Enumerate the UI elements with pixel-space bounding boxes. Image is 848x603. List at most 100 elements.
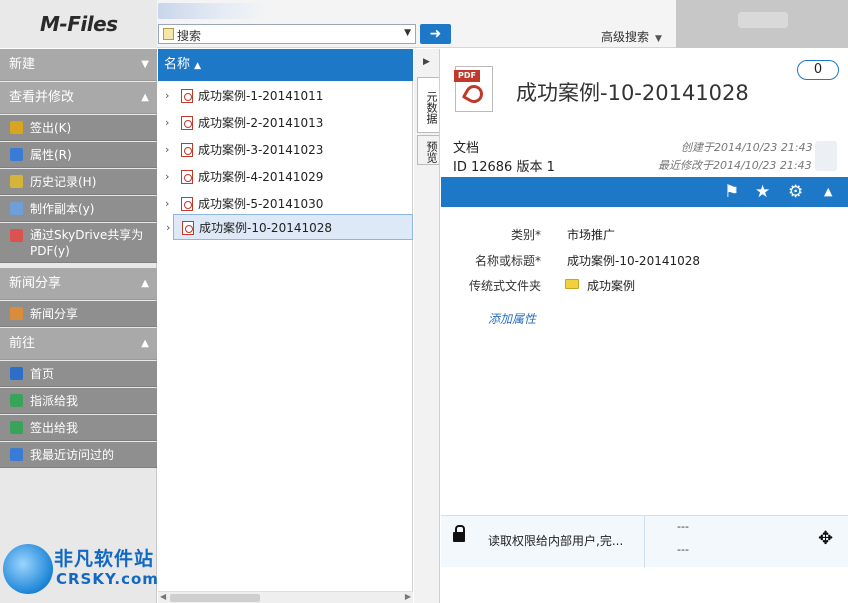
sidebar-item-news-share[interactable]: 新闻分享 [0, 301, 157, 327]
refresh-icon[interactable]: ✥ [818, 528, 833, 549]
collapse-arrow-icon[interactable]: ▶ [423, 57, 430, 67]
arrow-right-icon: ➜ [429, 26, 442, 42]
section-view-modify[interactable]: 查看并修改 ▲ [0, 82, 157, 114]
horizontal-scrollbar[interactable]: ◀ ▶ [158, 591, 413, 603]
tab-label: 预览 [425, 141, 438, 163]
watermark-logo: 非凡软件站 CRSKY.com [0, 540, 160, 603]
checked-out-icon [10, 421, 23, 434]
recent-icon [10, 448, 23, 461]
blurred-header-area [158, 3, 268, 19]
history-icon [10, 175, 23, 188]
sidebar-item-label: 新闻分享 [30, 307, 79, 321]
pdf-document-icon: PDF [454, 66, 493, 112]
logo: M-Files [0, 0, 157, 48]
sidebar-item-share-pdf[interactable]: 通过SkyDrive共享为PDF(y) [0, 223, 157, 263]
metadata-toolbar: ⚑ ★ ⚙ ▲ [441, 177, 848, 207]
advanced-search-label: 高级搜索 [601, 30, 650, 44]
expand-chevron-icon[interactable]: › [166, 215, 170, 241]
pdf-icon [182, 221, 194, 235]
list-item[interactable]: › 成功案例-3-20141023 [158, 137, 413, 163]
permissions-text[interactable]: 读取权限给内部用户,完... [488, 532, 623, 549]
sidebar-item-label: 我最近访问过的 [30, 448, 115, 462]
search-icon [163, 28, 174, 40]
section-new[interactable]: 新建 ▼ [0, 49, 157, 81]
sidebar-item-label: 通过SkyDrive共享为PDF(y) [30, 228, 144, 258]
property-value-folder[interactable]: 成功案例 [587, 277, 635, 294]
expand-chevron-icon[interactable]: › [165, 110, 169, 136]
property-value-category[interactable]: 市场推广 [567, 226, 615, 243]
chevron-up-icon[interactable]: ▲ [824, 185, 832, 198]
sidebar-item-home[interactable]: 首页 [0, 361, 157, 387]
pdf-icon [181, 89, 193, 103]
share-pdf-icon [10, 229, 23, 242]
document-title: 成功案例-10-20141028 [516, 81, 749, 105]
sidebar-item-properties[interactable]: 属性(R) [0, 142, 157, 168]
sidebar-item-label: 历史记录(H) [30, 175, 97, 189]
section-news-share[interactable]: 新闻分享 ▲ [0, 268, 157, 300]
modified-timestamp: 最近修改于2014/10/23 21:43 [658, 159, 812, 172]
watermark-emblem [3, 544, 53, 594]
list-item[interactable]: › 成功案例-2-20141013 [158, 110, 413, 136]
tab-preview[interactable]: 预览 [417, 135, 439, 165]
advanced-search-button[interactable]: 高级搜索 ▼ [601, 28, 662, 45]
list-item-selected[interactable]: › 成功案例-10-20141028 [166, 214, 413, 240]
list-item-name: 成功案例-2-20141013 [198, 116, 324, 130]
section-label: 查看并修改 [9, 90, 75, 105]
sidebar-item-checked-out[interactable]: 签出给我 [0, 415, 157, 441]
list-item[interactable]: › 成功案例-4-20141029 [158, 164, 413, 190]
sidebar-item-assigned[interactable]: 指派给我 [0, 388, 157, 414]
column-header-name[interactable]: 名称 ▲ [158, 49, 413, 81]
section-goto[interactable]: 前往 ▲ [0, 328, 157, 360]
home-icon [10, 367, 23, 380]
chevron-down-icon: ▼ [141, 59, 149, 70]
list-item[interactable]: › 成功案例-1-20141011 [158, 83, 413, 109]
section-label: 新闻分享 [9, 276, 62, 291]
expand-chevron-icon[interactable]: › [165, 191, 169, 217]
scroll-right-icon[interactable]: ▶ [405, 592, 411, 601]
property-value-name[interactable]: 成功案例-10-20141028 [567, 252, 700, 269]
pdf-icon [181, 197, 193, 211]
scroll-left-icon[interactable]: ◀ [160, 592, 166, 601]
add-property-link[interactable]: 添加属性 [488, 310, 536, 327]
folder-icon [565, 279, 579, 289]
flag-icon[interactable]: ⚑ [724, 182, 739, 202]
footer-value-1: --- [677, 520, 689, 533]
copy-icon [10, 202, 23, 215]
sidebar-item-copy[interactable]: 制作副本(y) [0, 196, 157, 222]
logo-text: M-Files [40, 12, 118, 36]
gear-icon[interactable]: ⚙ [788, 182, 803, 202]
chevron-up-icon: ▲ [141, 338, 149, 349]
acrobat-swirl [461, 81, 487, 107]
scrollbar-thumb[interactable] [170, 594, 260, 602]
metadata-card: PDF 成功案例-10-20141028 0 文档 ID 12686 版本 1 … [441, 49, 848, 603]
star-icon[interactable]: ★ [755, 182, 770, 202]
news-share-icon [10, 307, 23, 320]
search-input[interactable]: 搜索 ▼ [158, 24, 416, 44]
pdf-icon [181, 116, 193, 130]
assigned-icon [10, 394, 23, 407]
sidebar-item-label: 签出(K) [30, 121, 72, 135]
sidebar-item-label: 指派给我 [30, 394, 79, 408]
sidebar-item-label: 签出给我 [30, 421, 79, 435]
expand-chevron-icon[interactable]: › [165, 137, 169, 163]
comment-count-badge[interactable]: 0 [797, 60, 839, 80]
sort-up-icon: ▲ [194, 61, 202, 71]
sidebar-item-history[interactable]: 历史记录(H) [0, 169, 157, 195]
chevron-down-icon[interactable]: ▼ [404, 28, 411, 38]
task-pane: 新建 ▼ 查看并修改 ▲ 签出(K) 属性(R) 历史记录(H) 制作副本(y) 通… [0, 49, 157, 603]
search-go-button[interactable]: ➜ [420, 24, 451, 44]
metadata-footer: 读取权限给内部用户,完... --- --- ✥ [441, 515, 848, 568]
sidebar-item-recent[interactable]: 我最近访问过的 [0, 442, 157, 468]
created-timestamp: 创建于2014/10/23 21:43 [681, 141, 813, 154]
watermark-line-2: CRSKY.com [56, 570, 159, 588]
expand-chevron-icon[interactable]: › [165, 83, 169, 109]
list-item-name: 成功案例-3-20141023 [198, 143, 324, 157]
sidebar-item-checkout[interactable]: 签出(K) [0, 115, 157, 141]
list-item-name: 成功案例-10-20141028 [199, 221, 333, 235]
pencil-icon [10, 121, 23, 134]
expand-chevron-icon[interactable]: › [165, 164, 169, 190]
tab-metadata[interactable]: 元数据 [417, 77, 439, 133]
sidebar-item-label: 属性(R) [30, 148, 72, 162]
property-label-category: 类别* [510, 228, 541, 242]
object-list: 名称 ▲ › 成功案例-1-20141011 › 成功案例-2-20141013 ›… [158, 49, 413, 603]
